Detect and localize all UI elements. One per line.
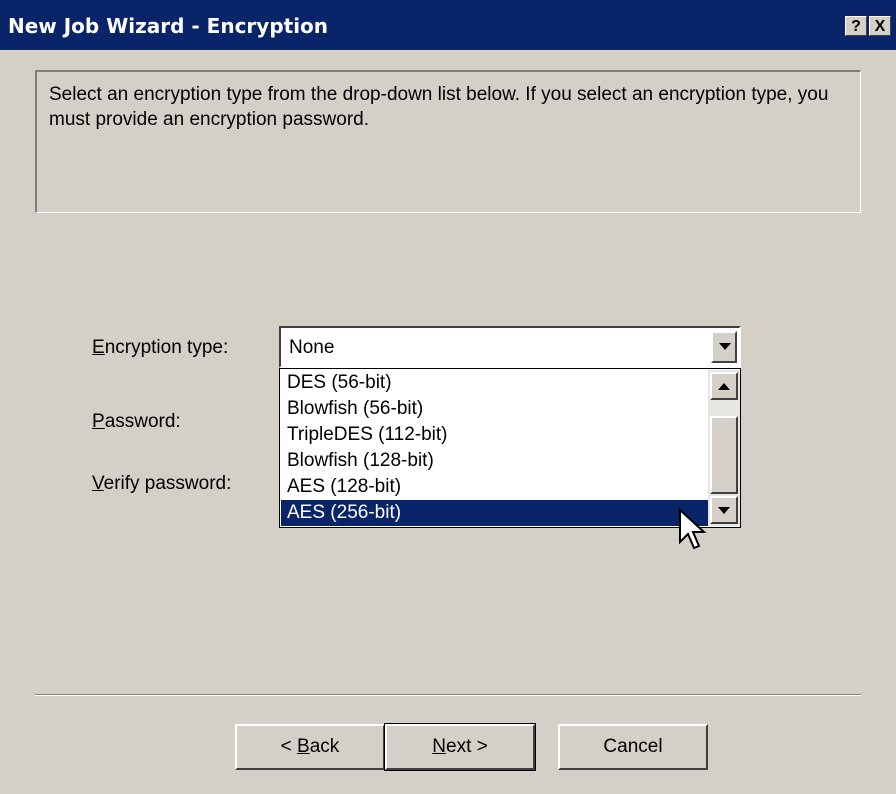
option-blowfish-56[interactable]: Blowfish (56-bit)	[281, 396, 709, 422]
close-icon[interactable]: X	[869, 16, 891, 36]
instruction-box: Select an encryption type from the drop-…	[35, 70, 861, 213]
option-des-56[interactable]: DES (56-bit)	[281, 370, 709, 396]
next-button[interactable]: Next >	[384, 723, 536, 771]
option-aes-256[interactable]: AES (256-bit)	[281, 500, 709, 526]
title-bar: New Job Wizard - Encryption ? X	[0, 0, 896, 50]
encryption-type-label: Encryption type:	[92, 337, 229, 358]
window-title: New Job Wizard - Encryption	[8, 14, 329, 38]
option-aes-128[interactable]: AES (128-bit)	[281, 474, 709, 500]
scrollbar-thumb[interactable]	[710, 416, 738, 494]
password-label: Password:	[92, 411, 181, 432]
cancel-button[interactable]: Cancel	[558, 724, 708, 770]
scroll-up-icon[interactable]	[710, 372, 738, 400]
instruction-text: Select an encryption type from the drop-…	[49, 84, 829, 130]
option-tripledes-112[interactable]: TripleDES (112-bit)	[281, 422, 709, 448]
option-blowfish-128[interactable]: Blowfish (128-bit)	[281, 448, 709, 474]
back-button[interactable]: < Back	[235, 724, 385, 770]
footer-separator	[35, 694, 861, 696]
encryption-type-dropdown-list[interactable]: DES (56-bit) Blowfish (56-bit) TripleDES…	[279, 368, 741, 528]
dropdown-arrow-icon[interactable]	[711, 331, 737, 363]
mouse-pointer-icon	[679, 508, 707, 550]
help-icon[interactable]: ?	[845, 16, 867, 36]
verify-password-label: Verify password:	[92, 473, 232, 494]
dropdown-scrollbar[interactable]	[708, 370, 740, 526]
combobox-value: None	[289, 337, 335, 358]
scroll-down-icon[interactable]	[710, 496, 738, 524]
encryption-type-combobox[interactable]: None	[279, 326, 741, 368]
